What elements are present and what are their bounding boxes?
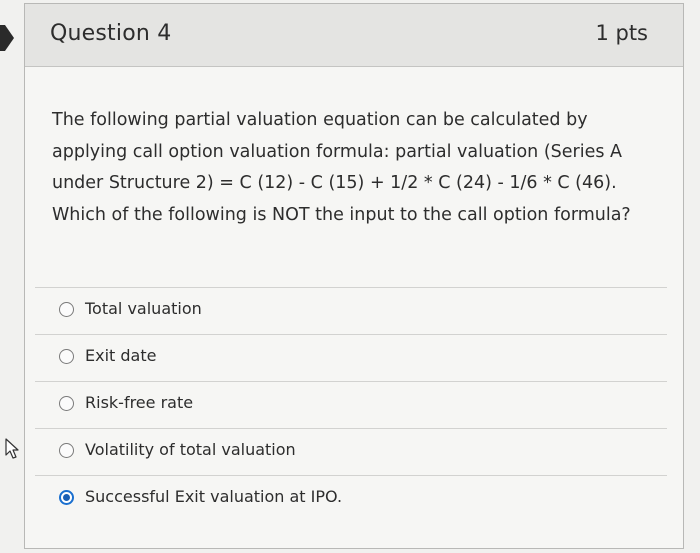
- answer-label: Successful Exit valuation at IPO.: [85, 487, 343, 506]
- question-marker-icon: [0, 25, 14, 51]
- radio-button-selected[interactable]: [59, 490, 74, 505]
- question-header: Question 4 1 pts: [25, 4, 683, 67]
- radio-button[interactable]: [59, 396, 74, 411]
- question-points: 1 pts: [595, 21, 648, 45]
- radio-button[interactable]: [59, 443, 74, 458]
- question-title: Question 4: [50, 21, 172, 46]
- quiz-page: Question 4 1 pts The following partial v…: [0, 0, 700, 553]
- answer-label: Exit date: [85, 346, 157, 365]
- answer-label: Volatility of total valuation: [85, 440, 296, 459]
- question-text: The following partial valuation equation…: [52, 110, 631, 225]
- answer-option-total-valuation[interactable]: Total valuation: [35, 287, 667, 334]
- answer-option-risk-free-rate[interactable]: Risk-free rate: [35, 381, 667, 428]
- radio-button[interactable]: [59, 349, 74, 364]
- answer-option-volatility[interactable]: Volatility of total valuation: [35, 428, 667, 475]
- question-card: Question 4 1 pts The following partial v…: [24, 3, 684, 549]
- cursor-arrow-icon: [5, 438, 19, 459]
- answer-option-successful-exit[interactable]: Successful Exit valuation at IPO.: [35, 475, 667, 522]
- radio-button[interactable]: [59, 302, 74, 317]
- answer-list: Total valuation Exit date Risk-free rate…: [35, 287, 667, 522]
- answer-label: Total valuation: [85, 299, 202, 318]
- answer-option-exit-date[interactable]: Exit date: [35, 334, 667, 381]
- answer-label: Risk-free rate: [85, 393, 194, 412]
